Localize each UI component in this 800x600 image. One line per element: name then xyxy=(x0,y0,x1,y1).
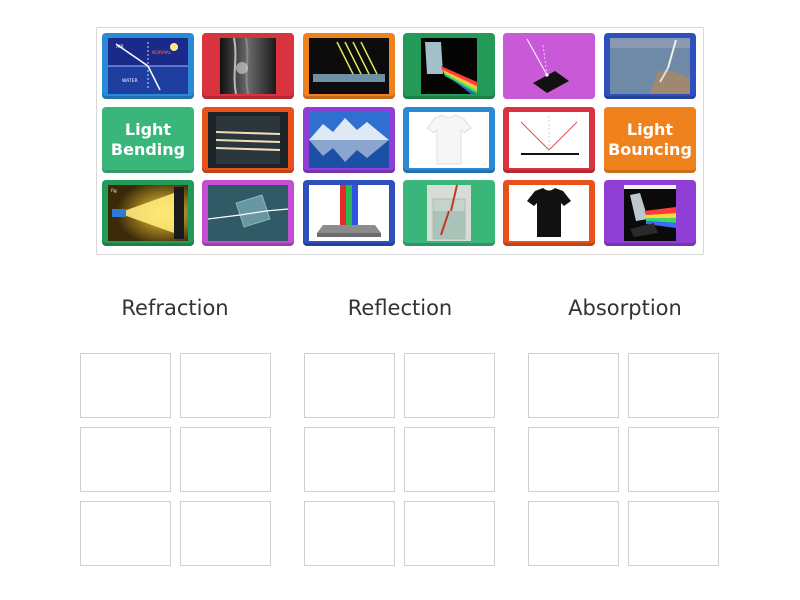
prism-spectrum-icon xyxy=(624,185,676,241)
absorption-drop-slot[interactable] xyxy=(528,501,619,566)
category-title-absorption: Absorption xyxy=(568,296,682,320)
absorption-drop-slot[interactable] xyxy=(628,427,719,492)
tile-dark-curtain-photo[interactable] xyxy=(202,33,294,99)
tile-mountain-lake-reflection[interactable] xyxy=(303,107,395,173)
svg-text:NORMAL: NORMAL xyxy=(152,50,172,56)
reflection-drop-slot[interactable] xyxy=(304,353,395,418)
mountain-lake-reflection-icon xyxy=(309,112,389,168)
tile-light-beams-in-glass[interactable] xyxy=(202,107,294,173)
reflection-drop-slot[interactable] xyxy=(304,501,395,566)
white-tshirt-icon xyxy=(409,112,489,168)
tile-pencil-in-glass[interactable] xyxy=(403,180,495,246)
light-rays-on-block-icon xyxy=(309,38,389,94)
category-title-reflection: Reflection xyxy=(347,296,453,320)
refraction-drop-slot[interactable] xyxy=(80,427,171,492)
refraction-drop-slot[interactable] xyxy=(80,501,171,566)
rgb-light-on-block-icon xyxy=(309,185,389,241)
tile-light-bending[interactable]: Light Bending xyxy=(102,107,194,173)
svg-text:fig: fig xyxy=(111,188,117,194)
tile-ray-on-mirror[interactable] xyxy=(503,33,595,99)
tile-label: Light Bending xyxy=(110,120,186,159)
tile-label: Light Bouncing xyxy=(608,120,692,159)
prism-rainbow-icon xyxy=(421,38,477,94)
reflection-drop-slot[interactable] xyxy=(404,427,495,492)
pencil-in-glass-icon xyxy=(427,185,471,241)
refraction-drop-slot[interactable] xyxy=(180,427,271,492)
absorption-drop-slot[interactable] xyxy=(528,353,619,418)
reflection-drop-slot[interactable] xyxy=(404,501,495,566)
tile-glass-slab-ray[interactable] xyxy=(202,180,294,246)
tile-refraction-diagram[interactable]: AIR NORMAL WATER xyxy=(102,33,194,99)
svg-text:WATER: WATER xyxy=(122,78,138,84)
tile-black-tshirt[interactable] xyxy=(503,180,595,246)
absorption-drop-slot[interactable] xyxy=(628,353,719,418)
tile-prism-spectrum[interactable] xyxy=(604,180,696,246)
refraction-drop-slot[interactable] xyxy=(180,501,271,566)
flashlight-beam-icon: fig xyxy=(108,185,188,241)
dark-curtain-photo-icon xyxy=(220,38,276,94)
reflection-angle-diagram-icon xyxy=(509,112,589,168)
tile-flashlight-beam[interactable]: fig xyxy=(102,180,194,246)
reflection-drop-slot[interactable] xyxy=(304,427,395,492)
category-title-refraction: Refraction xyxy=(121,296,229,320)
refraction-diagram-icon: AIR NORMAL WATER xyxy=(108,38,188,94)
ray-on-mirror-icon xyxy=(503,33,595,99)
tile-reflection-angle-diagram[interactable] xyxy=(503,107,595,173)
black-tshirt-icon xyxy=(509,185,589,241)
absorption-drop-slot[interactable] xyxy=(528,427,619,492)
tile-light-rays-on-block[interactable] xyxy=(303,33,395,99)
light-beams-in-glass-icon xyxy=(208,112,288,168)
tile-white-tshirt[interactable] xyxy=(403,107,495,173)
tile-straw-in-water-photo[interactable] xyxy=(604,33,696,99)
tile-rgb-light-on-block[interactable] xyxy=(303,180,395,246)
absorption-drop-slot[interactable] xyxy=(628,501,719,566)
glass-slab-ray-icon xyxy=(208,185,288,241)
tile-light-bouncing[interactable]: Light Bouncing xyxy=(604,107,696,173)
reflection-drop-slot[interactable] xyxy=(404,353,495,418)
straw-in-water-photo-icon xyxy=(610,38,690,94)
refraction-drop-slot[interactable] xyxy=(180,353,271,418)
tile-prism-rainbow[interactable] xyxy=(403,33,495,99)
svg-text:AIR: AIR xyxy=(116,44,124,50)
refraction-drop-slot[interactable] xyxy=(80,353,171,418)
